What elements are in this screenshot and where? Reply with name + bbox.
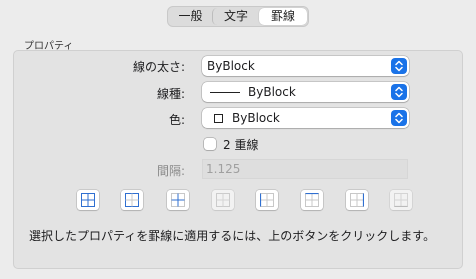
double-line-label: 2 重線 — [223, 138, 259, 152]
chevron-updown-icon — [391, 110, 407, 126]
inside-borders-icon — [171, 193, 185, 207]
line-type-value: ByBlock — [248, 85, 296, 99]
color-value: ByBlock — [232, 111, 280, 125]
outside-borders-button[interactable] — [121, 190, 143, 210]
line-weight-value: ByBlock — [207, 59, 255, 73]
tab-borders[interactable]: 罫線 — [259, 8, 307, 25]
color-popup[interactable]: ByBlock — [202, 108, 409, 128]
all-borders-icon — [81, 193, 95, 207]
double-line-checkbox[interactable] — [204, 138, 216, 150]
tab-bar: 一般 文字 罫線 — [167, 6, 309, 27]
spacing-label: 間隔: — [156, 164, 185, 178]
left-border-button[interactable] — [256, 190, 278, 210]
left-border-icon — [260, 193, 274, 207]
no-borders-button[interactable] — [212, 190, 234, 210]
line-type-label: 線種: — [156, 87, 185, 101]
color-swatch-icon — [214, 114, 223, 123]
inside-borders-button[interactable] — [167, 190, 189, 210]
all-borders-button[interactable] — [77, 190, 99, 210]
bottom-border-button[interactable] — [390, 190, 412, 210]
top-border-button[interactable] — [301, 190, 323, 210]
spacing-field[interactable]: 1.125 — [202, 159, 408, 179]
line-type-popup[interactable]: ByBlock — [202, 82, 409, 102]
line-sample-icon — [210, 92, 240, 93]
tab-general[interactable]: 一般 — [169, 8, 212, 25]
no-borders-icon — [216, 193, 230, 207]
line-weight-label: 線の太さ: — [132, 60, 185, 74]
chevron-updown-icon — [391, 58, 407, 74]
bottom-border-icon — [394, 193, 408, 207]
right-border-button[interactable] — [346, 190, 368, 210]
color-label: 色: — [168, 113, 185, 127]
top-border-icon — [305, 193, 319, 207]
instruction-text: 選択したプロパティを罫線に適用するには、上のボタンをクリックします。 — [29, 229, 436, 243]
tab-text[interactable]: 文字 — [212, 8, 259, 25]
line-weight-popup[interactable]: ByBlock — [202, 56, 409, 76]
outside-borders-icon — [125, 193, 139, 207]
right-border-icon — [350, 193, 364, 207]
chevron-updown-icon — [391, 84, 407, 100]
